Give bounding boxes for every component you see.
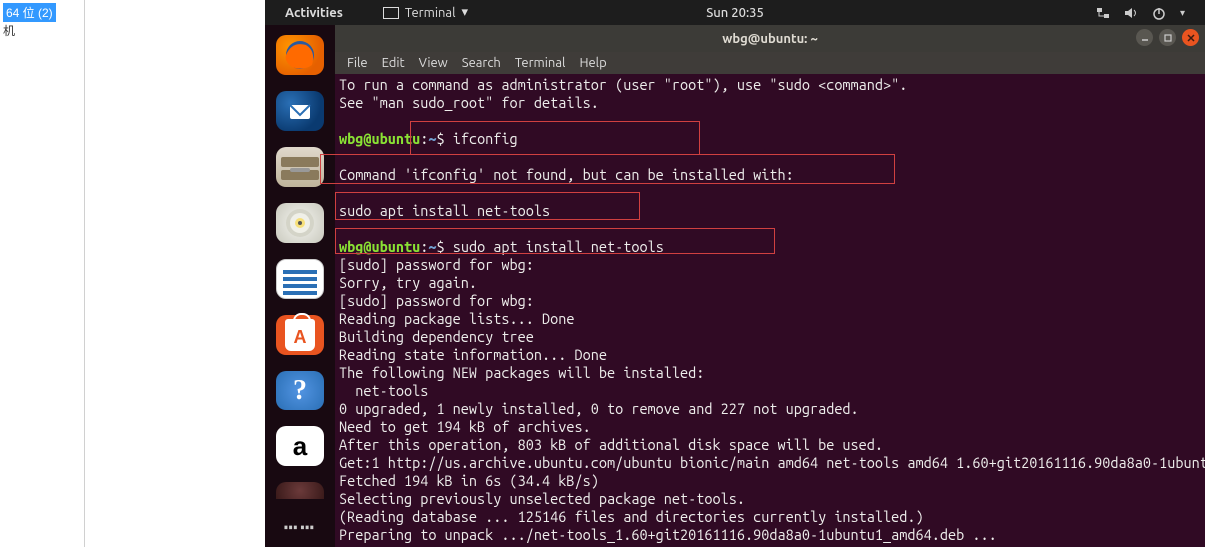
terminal-line: 0 upgraded, 1 newly installed, 0 to remo… xyxy=(339,400,859,417)
prompt-user: wbg@ubuntu xyxy=(339,130,420,147)
terminal-line: See "man sudo_root" for details. xyxy=(339,94,599,111)
dock-partial-item[interactable] xyxy=(276,482,324,499)
terminal-line: To run a command as administrator (user … xyxy=(339,76,907,93)
terminal-line: Selecting previously unselected package … xyxy=(339,490,745,507)
dock-rhythmbox[interactable] xyxy=(276,203,324,243)
terminal-line: After this operation, 803 kB of addition… xyxy=(339,436,883,453)
dock-help[interactable]: ? xyxy=(276,371,324,411)
app-indicator-label: Terminal xyxy=(405,6,456,20)
terminal-line: Need to get 194 kB of archives. xyxy=(339,418,591,435)
terminal-line: Reading package lists... Done xyxy=(339,310,574,327)
dock-amazon[interactable]: a xyxy=(276,426,324,466)
menu-help[interactable]: Help xyxy=(579,56,606,70)
prompt-command: sudo apt install net-tools xyxy=(453,238,664,255)
terminal-line: [sudo] password for wbg: xyxy=(339,292,542,309)
chevron-down-icon: ▾ xyxy=(462,5,469,20)
menu-edit[interactable]: Edit xyxy=(382,56,405,70)
activities-button[interactable]: Activities xyxy=(285,6,343,20)
ubuntu-desktop: Activities Terminal ▾ Sun 20:35 ▾ xyxy=(265,0,1205,547)
dock-show-apps[interactable]: ⋯⋯ xyxy=(276,515,324,539)
dock-ubuntu-software[interactable] xyxy=(276,315,324,355)
ubuntu-dock: ? a ⋯⋯ xyxy=(265,25,335,547)
terminal-menubar: File Edit View Search Terminal Help xyxy=(335,52,1205,74)
prompt-user: wbg@ubuntu xyxy=(339,238,420,255)
dock-files[interactable] xyxy=(276,147,324,187)
terminal-line: Preparing to unpack .../net-tools_1.60+g… xyxy=(339,526,997,543)
terminal-line: Fetched 194 kB in 6s (34.4 kB/s) xyxy=(339,472,656,489)
window-title: wbg@ubuntu: ~ xyxy=(722,32,818,46)
terminal-line: net-tools xyxy=(339,382,428,399)
terminal-body[interactable]: To run a command as administrator (user … xyxy=(335,74,1205,547)
terminal-line: Reading state information... Done xyxy=(339,346,607,363)
chevron-down-icon: ▾ xyxy=(1180,7,1185,19)
terminal-line: Command 'ifconfig' not found, but can be… xyxy=(339,166,794,183)
prompt-command: ifconfig xyxy=(453,130,518,147)
power-icon[interactable] xyxy=(1152,6,1166,20)
system-tray[interactable]: ▾ xyxy=(1096,6,1185,20)
gnome-topbar: Activities Terminal ▾ Sun 20:35 ▾ xyxy=(265,0,1205,25)
sound-icon[interactable] xyxy=(1124,6,1138,20)
terminal-icon xyxy=(383,7,399,19)
dock-firefox[interactable] xyxy=(276,35,324,75)
menu-terminal[interactable]: Terminal xyxy=(515,56,566,70)
terminal-line: Get:1 http://us.archive.ubuntu.com/ubunt… xyxy=(339,454,1205,471)
maximize-button[interactable] xyxy=(1159,29,1176,46)
terminal-line: (Reading database ... 125146 files and d… xyxy=(339,508,924,525)
host-left-panel: 64 位 (2) 机 xyxy=(0,0,85,547)
menu-view[interactable]: View xyxy=(419,56,448,70)
network-icon[interactable] xyxy=(1096,6,1110,20)
app-indicator[interactable]: Terminal ▾ xyxy=(383,5,468,20)
dock-thunderbird[interactable] xyxy=(276,91,324,131)
dock-libreoffice-writer[interactable] xyxy=(276,259,324,299)
close-button[interactable] xyxy=(1182,29,1199,46)
left-panel-item: 机 xyxy=(3,22,15,39)
terminal-titlebar[interactable]: wbg@ubuntu: ~ xyxy=(335,25,1205,52)
terminal-line: Sorry, try again. xyxy=(339,274,477,291)
terminal-line: [sudo] password for wbg: xyxy=(339,256,542,273)
window-controls xyxy=(1136,29,1199,46)
terminal-line: The following NEW packages will be insta… xyxy=(339,364,704,381)
terminal-line: Building dependency tree xyxy=(339,328,591,345)
left-panel-item-selected[interactable]: 64 位 (2) xyxy=(3,3,56,22)
menu-search[interactable]: Search xyxy=(462,56,501,70)
menu-file[interactable]: File xyxy=(347,56,368,70)
terminal-line: sudo apt install net-tools xyxy=(339,202,550,219)
clock[interactable]: Sun 20:35 xyxy=(706,6,764,20)
minimize-button[interactable] xyxy=(1136,29,1153,46)
